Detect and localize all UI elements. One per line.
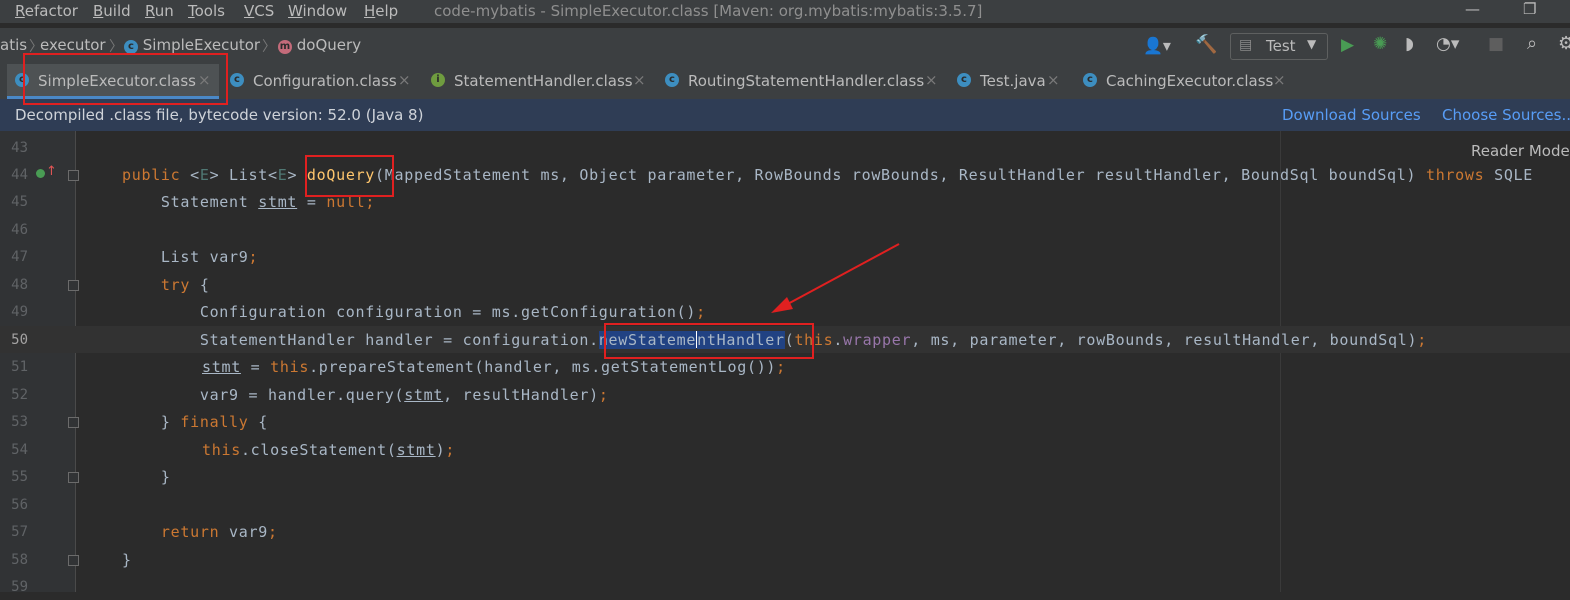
annotation-arrow-icon [771,243,900,313]
